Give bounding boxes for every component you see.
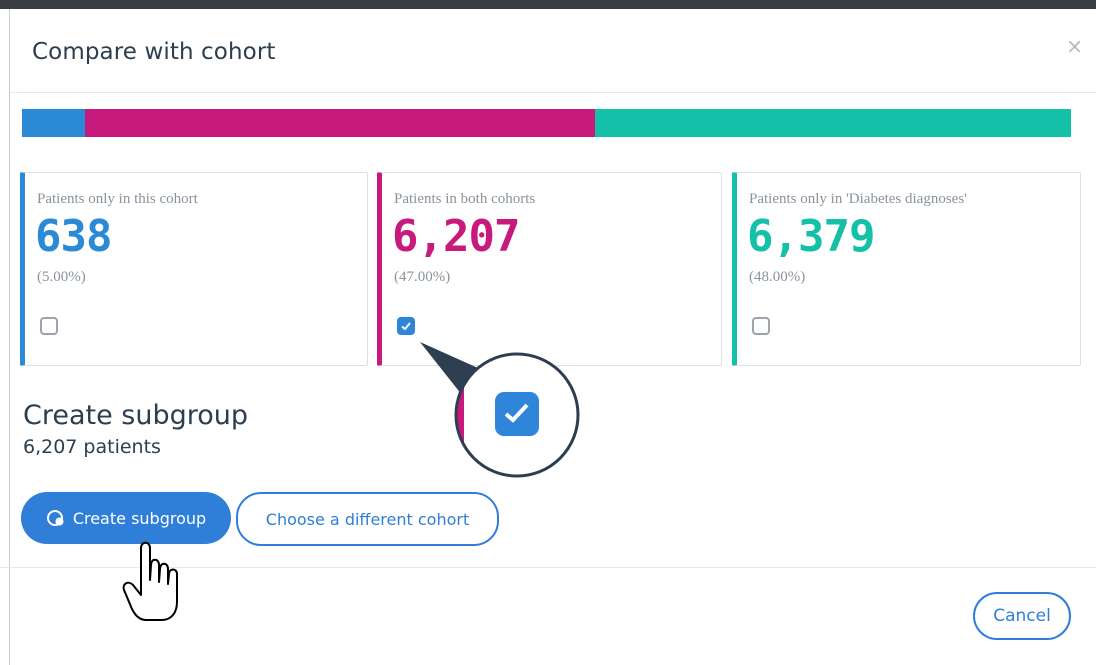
background-overlay xyxy=(0,0,1096,9)
select-checkbox-both[interactable] xyxy=(397,317,415,335)
card-count: 6,379 xyxy=(747,211,875,262)
select-checkbox-only-other[interactable] xyxy=(752,317,770,335)
checkmark-icon xyxy=(401,322,411,331)
footer-divider xyxy=(0,567,1096,568)
card-only-other-cohort: Patients only in 'Diabetes diagnoses' 6,… xyxy=(732,172,1081,366)
card-count: 6,207 xyxy=(392,211,520,262)
create-subgroup-button[interactable]: Create subgroup xyxy=(21,492,231,544)
card-only-this-cohort: Patients only in this cohort 638 (5.00%) xyxy=(20,172,368,366)
bar-segment-only-this xyxy=(22,109,85,137)
dialog-title: Compare with cohort xyxy=(32,39,276,65)
dialog-header: Compare with cohort × xyxy=(10,9,1096,93)
close-icon[interactable]: × xyxy=(1066,34,1083,58)
card-label: Patients only in this cohort xyxy=(37,191,198,207)
cancel-button[interactable]: Cancel xyxy=(973,592,1071,640)
card-percent: (5.00%) xyxy=(37,269,86,285)
cohort-overlap-bar xyxy=(22,109,1071,137)
subgroup-heading: Create subgroup xyxy=(23,400,249,431)
bar-segment-both xyxy=(84,109,595,137)
card-label: Patients in both cohorts xyxy=(394,191,536,207)
subgroup-icon xyxy=(46,510,64,526)
card-count: 638 xyxy=(35,211,112,262)
card-both-cohorts: Patients in both cohorts 6,207 (47.00%) xyxy=(377,172,722,366)
card-percent: (47.00%) xyxy=(394,269,451,285)
choose-different-cohort-button[interactable]: Choose a different cohort xyxy=(236,492,499,546)
card-percent: (48.00%) xyxy=(749,269,806,285)
select-checkbox-only-this[interactable] xyxy=(40,317,58,335)
bar-segment-only-other xyxy=(594,109,1071,137)
card-label: Patients only in 'Diabetes diagnoses' xyxy=(749,191,967,207)
create-subgroup-label: Create subgroup xyxy=(72,508,207,528)
subgroup-patient-count: 6,207 patients xyxy=(23,436,161,458)
